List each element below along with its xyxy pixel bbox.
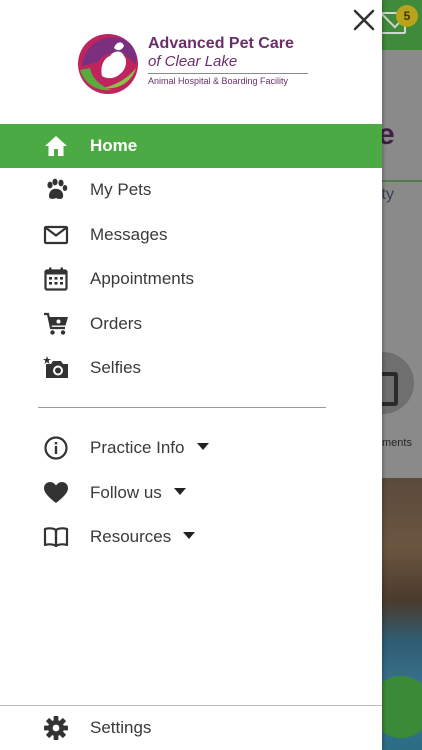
chevron-down-icon [173,487,186,495]
calendar-icon [42,265,70,293]
menu-item-my-pets[interactable]: My Pets [0,168,382,213]
camera-icon [42,354,70,382]
menu-item-label: Appointments [90,269,194,289]
cart-icon [42,310,70,338]
chevron-down-icon [183,532,196,540]
navigation-drawer: Advanced Pet Care of Clear Lake Animal H… [0,0,382,750]
menu-item-follow-us[interactable]: Follow us [0,471,382,516]
logo-rule [148,73,308,74]
menu-item-label: Settings [90,718,152,737]
menu-item-messages[interactable]: Messages [0,213,382,258]
menu-item-label: My Pets [90,180,152,200]
menu-item-label: Selfies [90,358,142,378]
gear-icon [42,714,70,742]
book-icon [42,523,70,551]
menu-item-label: Messages [90,224,168,244]
chevron-down-icon [196,443,209,451]
menu-item-label: Resources [90,527,172,547]
info-icon [42,434,70,462]
menu-item-label-follow-us: Follow us [90,483,186,503]
menu-item-appointments[interactable]: Appointments [0,257,382,302]
menu-item-label: Follow us [90,482,162,502]
menu-item-label: Home [90,136,138,155]
menu-item-orders[interactable]: Orders [0,302,382,347]
menu-item-label-practice-info: Practice Info [90,438,209,458]
logo-tagline: Animal Hospital & Boarding Facility [148,76,289,86]
menu-item-home[interactable]: Home [0,124,382,168]
primary-menu: Home My Pets Messages Appointments Order… [0,124,382,391]
menu-item-practice-info[interactable]: Practice Info [0,426,382,471]
background-tile-label: ments [382,437,412,449]
logo-name: Advanced Pet Care [148,35,294,52]
logo-subname: of Clear Lake [148,53,238,70]
home-icon [42,132,70,160]
menu-item-settings[interactable]: Settings [0,706,382,750]
menu-divider [38,407,326,408]
menu-item-selfies[interactable]: Selfies [0,346,382,391]
menu-item-label: Practice Info [90,438,185,458]
close-icon [353,9,375,31]
practice-logo: Advanced Pet Care of Clear Lake Animal H… [74,26,314,98]
secondary-menu: Practice Info Follow us Resources [0,426,382,560]
menu-item-label-resources: Resources [90,527,196,547]
envelope-icon [42,221,70,249]
menu-item-resources[interactable]: Resources [0,515,382,560]
heart-icon [42,479,70,507]
menu-item-label: Orders [90,313,142,333]
logo-mark-icon [78,34,138,94]
background-notification-badge: 5 [396,5,418,27]
close-button[interactable] [350,6,378,34]
paw-icon [42,176,70,204]
